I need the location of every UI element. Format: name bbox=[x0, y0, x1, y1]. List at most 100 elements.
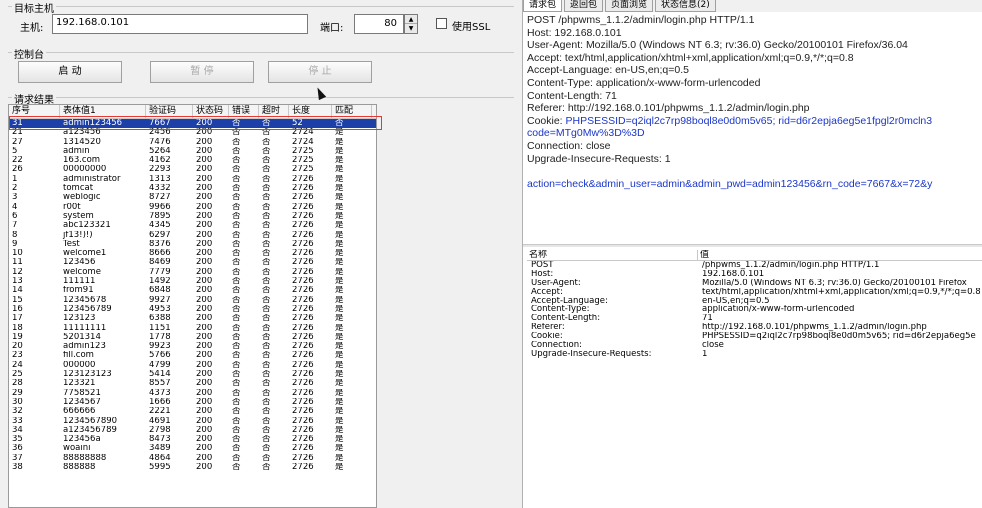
spinner-up-icon[interactable]: ▲ bbox=[405, 15, 417, 24]
table-row[interactable]: 33 1234567890 4691 200 否 否 2726 是 bbox=[9, 417, 376, 426]
header-row[interactable]: Cookie: PHPSESSID=q2iql2c7rp98boql8e0d0m5… bbox=[527, 332, 982, 341]
header-row[interactable]: Content-Length: 71 bbox=[527, 314, 982, 323]
table-row[interactable]: 30 1234567 1666 200 否 否 2726 是 bbox=[9, 398, 376, 407]
header-name: POST bbox=[531, 261, 554, 270]
table-cell: 123456789 bbox=[63, 304, 112, 314]
table-row[interactable]: 6 system 7895 200 否 否 2726 是 bbox=[9, 212, 376, 221]
table-row[interactable]: 34 a123456789 2798 200 否 否 2726 是 bbox=[9, 426, 376, 435]
column-header[interactable]: 超时 bbox=[259, 105, 289, 118]
table-row[interactable]: 5 admin 5264 200 否 否 2725 是 bbox=[9, 147, 376, 156]
table-cell: 否 bbox=[232, 202, 241, 212]
table-cell: 2726 bbox=[292, 388, 314, 398]
header-row[interactable]: Connection: close bbox=[527, 341, 982, 350]
table-cell: admin123 bbox=[63, 342, 106, 352]
header-row[interactable]: Referer: http://192.168.0.101/phpwms_1.1.… bbox=[527, 323, 982, 332]
table-row[interactable]: 16 123456789 4953 200 否 否 2726 是 bbox=[9, 305, 376, 314]
table-row[interactable]: 8 jf13!)!) 6297 200 否 否 2726 是 bbox=[9, 231, 376, 240]
table-cell: 9927 bbox=[149, 295, 171, 305]
console-group-border bbox=[8, 52, 514, 53]
column-header[interactable]: 匹配 bbox=[332, 105, 372, 118]
column-header[interactable]: 状态码 bbox=[193, 105, 229, 118]
table-row[interactable]: 31 admin123456 7667 200 否 否 52 否 bbox=[9, 119, 376, 129]
column-header[interactable]: 序号 bbox=[9, 105, 60, 118]
column-header-name[interactable]: 名称 bbox=[527, 250, 698, 260]
header-name: Content-Type: bbox=[531, 305, 590, 315]
table-row[interactable]: 4 r00t 9966 200 否 否 2726 是 bbox=[9, 203, 376, 212]
table-row[interactable]: 9 Test 8376 200 否 否 2726 是 bbox=[9, 240, 376, 249]
headers-table[interactable]: 名称 值 POST/phpwms_1.1.2/admin/login.php H… bbox=[527, 250, 982, 508]
table-row[interactable]: 19 5201314 1778 200 否 否 2726 是 bbox=[9, 333, 376, 342]
header-row[interactable]: Content-Type: application/x-www-form-urle… bbox=[527, 305, 982, 314]
table-row[interactable]: 37 88888888 4864 200 否 否 2726 是 bbox=[9, 454, 376, 463]
tab-response[interactable]: 返回包 bbox=[564, 0, 604, 12]
table-cell: 是 bbox=[335, 146, 344, 156]
results-table[interactable]: 序号 表体值1 验证码 状态码 错误 超时 长度 匹配 31 admin12345… bbox=[8, 104, 377, 508]
table-row[interactable]: 21 a123456 2456 200 否 否 2724 是 bbox=[9, 128, 376, 137]
column-header[interactable]: 验证码 bbox=[146, 105, 193, 118]
table-row[interactable]: 13 111111 1492 200 否 否 2726 是 bbox=[9, 277, 376, 286]
table-row[interactable]: 7 abc123321 4345 200 否 否 2726 是 bbox=[9, 221, 376, 230]
table-cell: 28 bbox=[12, 379, 23, 389]
tab-page-view[interactable]: 页面浏览 bbox=[605, 0, 654, 12]
host-input[interactable]: 192.168.0.101 bbox=[52, 14, 308, 34]
table-cell: 20 bbox=[12, 342, 23, 352]
table-row[interactable]: 29 7758521 4373 200 否 否 2726 是 bbox=[9, 389, 376, 398]
start-button[interactable]: 启 动 bbox=[18, 61, 122, 83]
table-row[interactable]: 35 123456a 8473 200 否 否 2726 是 bbox=[9, 435, 376, 444]
table-row[interactable]: 10 welcome1 8666 200 否 否 2726 是 bbox=[9, 249, 376, 258]
table-cell: 200 bbox=[196, 267, 213, 277]
table-cell: 17 bbox=[12, 314, 23, 324]
table-row[interactable]: 25 123123123 5414 200 否 否 2726 是 bbox=[9, 370, 376, 379]
table-cell: 是 bbox=[335, 462, 344, 472]
header-row[interactable]: User-Agent: Mozilla/5.0 (Windows NT 6.3; … bbox=[527, 279, 982, 288]
column-header-value[interactable]: 值 bbox=[698, 250, 982, 260]
pause-button[interactable]: 暂 停 bbox=[150, 61, 254, 83]
table-row[interactable]: 15 12345678 9927 200 否 否 2726 是 bbox=[9, 296, 376, 305]
table-cell: 6297 bbox=[149, 230, 171, 240]
table-row[interactable]: 23 fill.com 5766 200 否 否 2726 是 bbox=[9, 351, 376, 360]
header-row[interactable]: Accept: text/html,application/xhtml+xml,a… bbox=[527, 288, 982, 297]
header-row[interactable]: Accept-Language: en-US,en;q=0.5 bbox=[527, 297, 982, 306]
header-row[interactable]: POST/phpwms_1.1.2/admin/login.php HTTP/1… bbox=[527, 261, 982, 270]
table-cell: 11111111 bbox=[63, 323, 107, 333]
table-cell: 31 bbox=[12, 119, 23, 128]
tab-status-info[interactable]: 状态信息(2) bbox=[655, 0, 716, 12]
request-line: Host: 192.168.0.101 bbox=[527, 26, 622, 39]
table-row[interactable]: 24 000000 4799 200 否 否 2726 是 bbox=[9, 361, 376, 370]
ssl-label: 使用SSL bbox=[452, 22, 491, 33]
column-header[interactable]: 表体值1 bbox=[60, 105, 146, 118]
table-row[interactable]: 12 welcome 7779 200 否 否 2726 是 bbox=[9, 268, 376, 277]
table-row[interactable]: 17 123123 6388 200 否 否 2726 是 bbox=[9, 314, 376, 323]
table-cell: 1314520 bbox=[63, 137, 101, 147]
tab-request[interactable]: 请求包 bbox=[523, 0, 563, 12]
table-cell: 否 bbox=[262, 304, 271, 314]
table-row[interactable]: 26 00000000 2293 200 否 否 2725 是 bbox=[9, 165, 376, 174]
stop-button[interactable]: 停 止 bbox=[268, 61, 372, 83]
table-row[interactable]: 14 from91 6848 200 否 否 2726 是 bbox=[9, 286, 376, 295]
table-row[interactable]: 32 666666 2221 200 否 否 2726 是 bbox=[9, 407, 376, 416]
table-row[interactable]: 1 administrator 1313 200 否 否 2726 是 bbox=[9, 175, 376, 184]
table-row[interactable]: 38 888888 5995 200 否 否 2726 是 bbox=[9, 463, 376, 472]
ssl-checkbox[interactable] bbox=[436, 18, 447, 29]
table-row[interactable]: 22 163.com 4162 200 否 否 2725 是 bbox=[9, 156, 376, 165]
raw-request-text[interactable]: POST /phpwms_1.1.2/admin/login.php HTTP/… bbox=[527, 14, 982, 234]
table-cell: 否 bbox=[232, 314, 241, 324]
table-row[interactable]: 18 11111111 1151 200 否 否 2726 是 bbox=[9, 324, 376, 333]
column-header[interactable]: 错误 bbox=[229, 105, 259, 118]
spinner-down-icon[interactable]: ▼ bbox=[405, 24, 417, 33]
header-row[interactable]: Host: 192.168.0.101 bbox=[527, 270, 982, 279]
column-header[interactable]: 长度 bbox=[289, 105, 332, 118]
table-cell: 200 bbox=[196, 230, 213, 240]
table-row[interactable]: 11 123456 8469 200 否 否 2726 是 bbox=[9, 258, 376, 267]
panel-splitter[interactable] bbox=[523, 244, 982, 247]
table-cell: 2725 bbox=[292, 146, 314, 156]
table-row[interactable]: 36 woaini 3489 200 否 否 2726 是 bbox=[9, 444, 376, 453]
table-row[interactable]: 20 admin123 9923 200 否 否 2726 是 bbox=[9, 342, 376, 351]
table-row[interactable]: 3 weblogic 8727 200 否 否 2726 是 bbox=[9, 193, 376, 202]
table-row[interactable]: 28 123321 8557 200 否 否 2726 是 bbox=[9, 379, 376, 388]
table-row[interactable]: 2 tomcat 4332 200 否 否 2726 是 bbox=[9, 184, 376, 193]
table-row[interactable]: 27 1314520 7476 200 否 否 2724 是 bbox=[9, 138, 376, 147]
port-spinner[interactable]: ▲ ▼ bbox=[404, 14, 418, 34]
port-input[interactable]: 80 bbox=[354, 14, 404, 34]
header-row[interactable]: Upgrade-Insecure-Requests: 1 bbox=[527, 350, 982, 359]
